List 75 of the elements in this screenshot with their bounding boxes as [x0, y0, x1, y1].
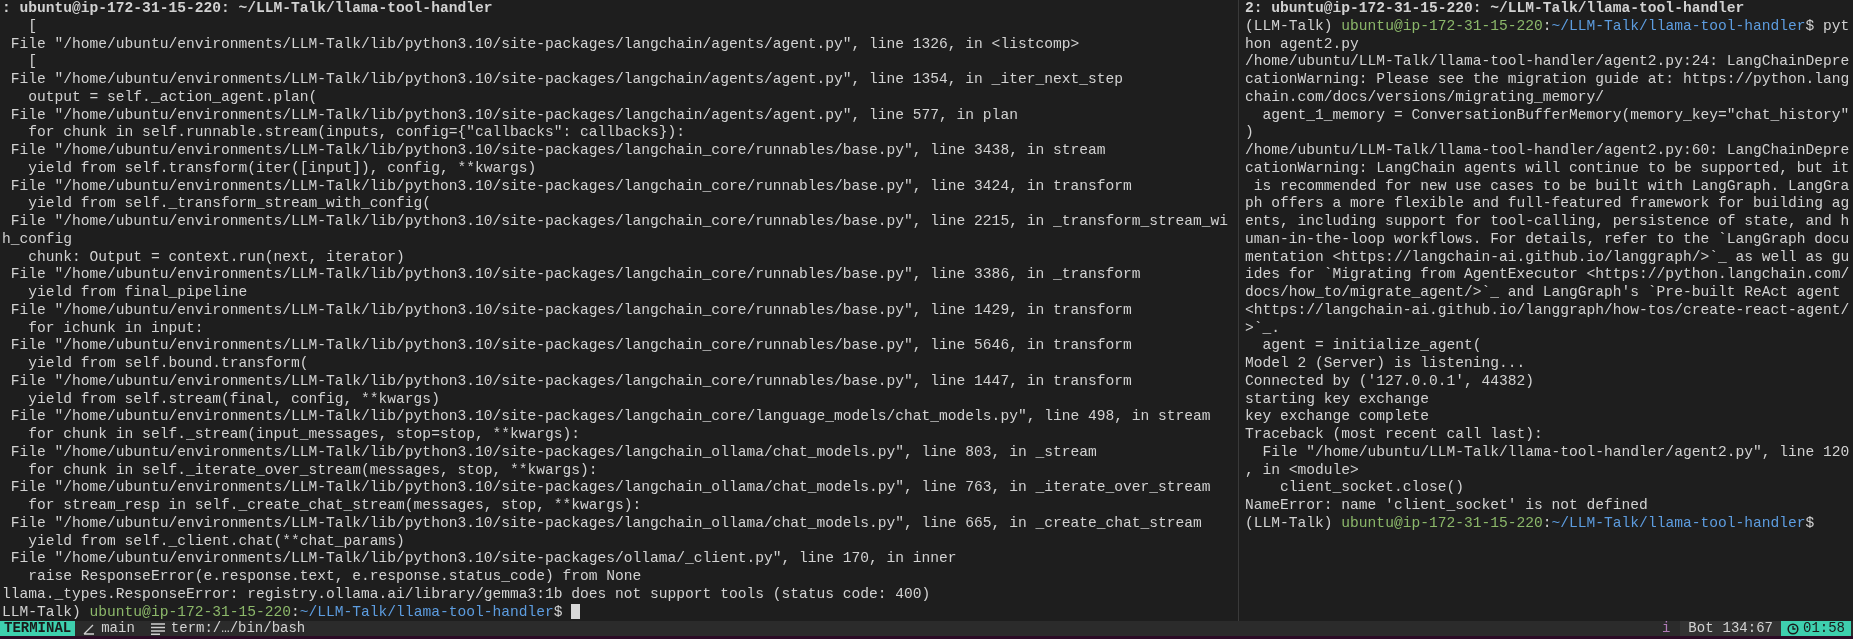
output-line: yield from self.bound.transform( [27, 355, 310, 373]
output-line: Model 2 (Server) is listening... [1245, 355, 1527, 373]
output-line: File "/home/ubuntu/environments/LLM-Talk/lib/python3.10/site-packages/langchain_core/runnables/base.py", line 2215, in _transform_stream_wi [9, 213, 1230, 231]
output-line: hon agent2.py [1245, 35, 1360, 54]
output-line: agent = initialize_agent( [1261, 337, 1483, 355]
output-line: , in <module> [1245, 461, 1360, 480]
output-line: docs/how_to/migrate_agent/>`_ and LangGraph's `Pre-built ReAct agent [1245, 284, 1842, 302]
output-line: yield from self._client.chat(**chat_params) [27, 532, 406, 551]
output-line: File "/home/ubuntu/environments/LLM-Talk/lib/python3.10/site-packages/langchain/agents/agent.py", line 577, in plan [9, 106, 1019, 125]
output-line: File "/home/ubuntu/environments/LLM-Talk/lib/python3.10/site-packages/langchain_core/runnables/base.py", line 5646, in transform [9, 337, 1133, 355]
mode-indicator: TERMINAL [0, 621, 76, 636]
output-line: ph offers a more flexible and full-featured framework for building ag [1245, 195, 1851, 213]
output-line: client_socket.close() [1279, 479, 1465, 497]
output-line: NameError: name 'client_socket' is not defined [1245, 497, 1649, 515]
cursor-position: 134:67 [1722, 621, 1773, 636]
info-indicator: i [1660, 621, 1672, 636]
pane-title: : ubuntu@ip-172-31-15-220: ~/LLM-Talk/llama-tool-handler [2, 0, 494, 18]
output-line: Traceback (most recent call last): [1245, 426, 1544, 444]
output-line: File "/home/ubuntu/environments/LLM-Talk/lib/python3.10/site-packages/langchain_core/language_models/chat_models.py", line 498, in stream [9, 408, 1212, 426]
output-line: yield from self.transform(iter([input]), config, **kwargs) [27, 159, 538, 178]
output-line: output = self._action_agent.plan( [27, 88, 319, 107]
output-line: File "/home/ubuntu/environments/LLM-Talk/lib/python3.10/site-packages/langchain_core/runnables/base.py", line 3424, in transform [9, 177, 1133, 196]
output-line: ) [1245, 124, 1255, 142]
lines-icon [150, 622, 165, 635]
output-line: for chunk in self.runnable.stream(inputs, config={"callbacks": callbacks}): [27, 124, 687, 142]
output-line: File "/home/ubuntu/environments/LLM-Talk/lib/python3.10/site-packages/langchain_ollama/chat_models.py", line 803, in _stream [9, 443, 1098, 462]
output-line: chain.com/docs/versions/migrating_memory/ [1245, 88, 1606, 107]
prompt-line: (LLM-Talk) ubuntu@ip-172-31-15-220:~/LLM-Talk/llama-tool-handler$ [1245, 514, 1816, 533]
prompt-line: LLM-Talk) ubuntu@ip-172-31-15-220:~/LLM-Talk/llama-tool-handler$ [2, 603, 1238, 621]
output-line: [ [27, 17, 39, 36]
output-line: <https://langchain-ai.github.io/langgraph/how-tos/create-react-agent/ [1245, 301, 1851, 320]
output-line: cationWarning: Please see the migration guide at: https://python.lang [1245, 71, 1851, 89]
output-line: chunk: Output = context.run(next, iterator) [27, 248, 406, 267]
output-line: mentation <https://langchain-ai.github.io/langgraph/>`_ as well as gu [1245, 248, 1851, 267]
output-line: File "/home/ubuntu/environments/LLM-Talk/lib/python3.10/site-packages/langchain_core/runnables/base.py", line 1429, in transform [9, 301, 1133, 320]
output-line: is recommended for new use cases to be built with LangGraph. LangGra [1252, 177, 1851, 196]
output-line: File "/home/ubuntu/environments/LLM-Talk/lib/python3.10/site-packages/langchain_ollama/chat_models.py", line 665, in _create_chat_stream [9, 514, 1203, 533]
scroll-position: Bot [1688, 621, 1714, 636]
output-line: for chunk in self._stream(input_messages, stop=stop, **kwargs): [27, 426, 581, 444]
output-line: ents, including support for tool-calling, persistence of state, and h [1245, 213, 1851, 231]
output-line: raise ResponseError(e.response.text, e.response.status_code) from None [27, 568, 643, 586]
output-line: cationWarning: LangChain agents will continue to be supported, but it [1245, 159, 1851, 178]
branch-name: main [101, 621, 135, 636]
output-line: uman-in-the-loop workflows. For details, refer to the `LangGraph docu [1245, 230, 1851, 249]
output-line: yield from self.stream(final, config, **kwargs) [27, 390, 441, 409]
output-line: yield from final_pipeline [27, 284, 249, 302]
clock-time: 01:58 [1803, 621, 1845, 636]
output-line: agent_1_memory = ConversationBufferMemory(memory_key="chat_history" [1261, 106, 1851, 125]
output-line: File "/home/ubuntu/environments/LLM-Talk/lib/python3.10/site-packages/ollama/_client.py", line 170, in inner [9, 550, 958, 568]
output-line: h_config [2, 230, 74, 249]
output-line: >`_. [1245, 319, 1282, 338]
output-line: yield from self._transform_stream_with_config( [27, 195, 433, 213]
output-line: File "/home/ubuntu/environments/LLM-Talk/lib/python3.10/site-packages/langchain/agents/agent.py", line 1354, in _iter_next_step [9, 71, 1124, 89]
output-line: /home/ubuntu/LLM-Talk/llama-tool-handler/agent2.py:60: LangChainDepre [1245, 142, 1851, 160]
output-line: [ [27, 53, 39, 71]
clock-icon [1787, 622, 1799, 635]
output-line: llama._types.ResponseError: registry.ollama.ai/library/gemma3:1b does not support tools (status code: 400) [2, 585, 932, 604]
output-line: Connected by ('127.0.0.1', 44382) [1245, 372, 1535, 391]
output-line: for stream_resp in self._create_chat_stream(messages, stop, **kwargs): [27, 497, 643, 515]
output-line: ides for `Migrating from AgentExecutor <https://python.langchain.com/ [1245, 266, 1851, 284]
file-path: term:/…/bin/bash [170, 621, 306, 636]
output-line: for ichunk in input: [27, 319, 205, 338]
output-line: File "/home/ubuntu/environments/LLM-Talk/lib/python3.10/site-packages/langchain_core/runnables/base.py", line 1447, in transform [9, 372, 1133, 391]
output-line: starting key exchange [1245, 390, 1430, 409]
prompt-line: (LLM-Talk) ubuntu@ip-172-31-15-220:~/LLM-Talk/llama-tool-handler$ pyt [1245, 17, 1851, 36]
output-line: File "/home/ubuntu/LLM-Talk/llama-tool-handler/agent2.py", line 120 [1261, 443, 1851, 462]
pane-title: 2: ubuntu@ip-172-31-15-220: ~/LLM-Talk/llama-tool-handler [1245, 0, 1746, 18]
output-line: for chunk in self._iterate_over_stream(messages, stop, **kwargs): [27, 461, 599, 480]
branch-icon [83, 622, 96, 635]
output-line: File "/home/ubuntu/environments/LLM-Talk/lib/python3.10/site-packages/langchain_core/runnables/base.py", line 3386, in _transform [9, 266, 1142, 284]
output-line: File "/home/ubuntu/environments/LLM-Talk/lib/python3.10/site-packages/langchain/agents/agent.py", line 1326, in <listcomp> [9, 35, 1081, 54]
output-line: File "/home/ubuntu/environments/LLM-Talk/lib/python3.10/site-packages/langchain_core/runnables/base.py", line 3438, in stream [9, 142, 1107, 160]
output-line: key exchange complete [1245, 408, 1430, 426]
output-line: /home/ubuntu/LLM-Talk/llama-tool-handler/agent2.py:24: LangChainDepre [1245, 53, 1851, 71]
output-line: File "/home/ubuntu/environments/LLM-Talk/lib/python3.10/site-packages/langchain_ollama/chat_models.py", line 763, in _iterate_over_stream [9, 479, 1212, 497]
